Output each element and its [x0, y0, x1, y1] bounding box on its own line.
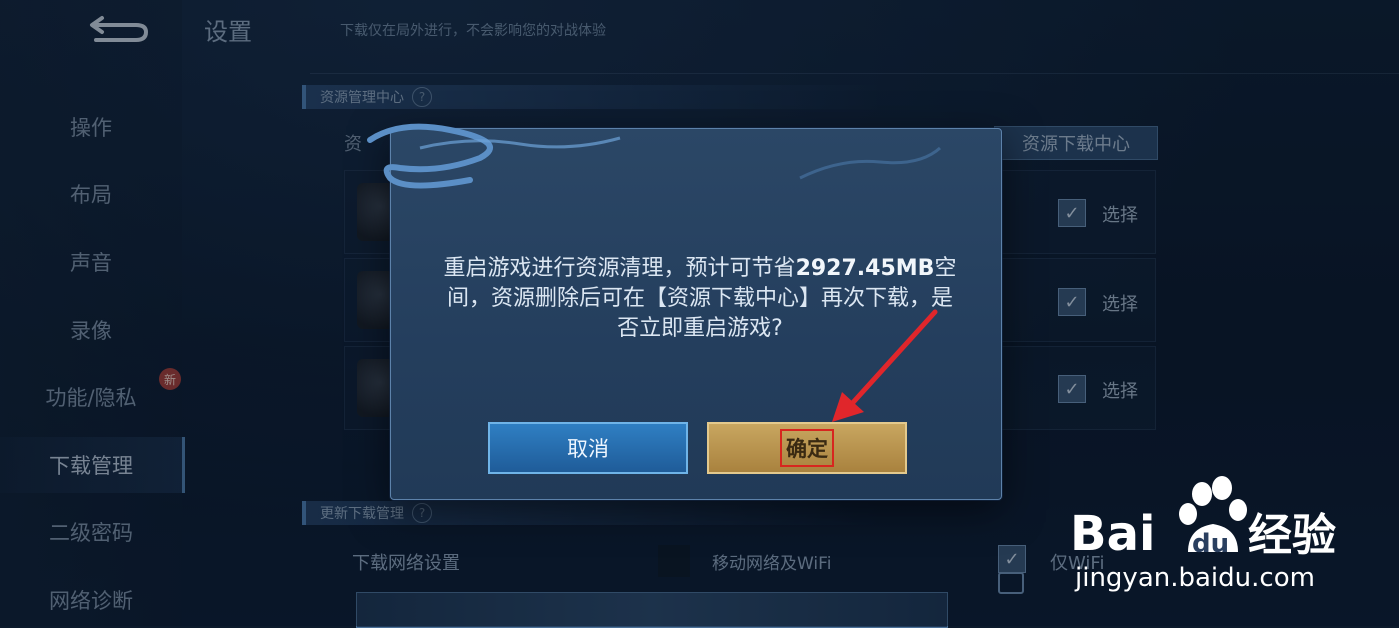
- cloud-swirl-ornament: [367, 123, 942, 189]
- message-text: 重启游戏进行资源清理，预计可节省: [443, 256, 796, 281]
- svg-text:Bai: Bai: [1070, 506, 1155, 562]
- red-arrow-annotation-icon: [832, 309, 938, 422]
- dialog-message-line1: 重启游戏进行资源清理，预计可节省2927.45MB空: [410, 254, 990, 284]
- confirm-button-label: 确定: [780, 429, 834, 467]
- message-text: 空: [934, 256, 957, 281]
- baidu-jingyan-logo: Bai du 经验: [1070, 476, 1336, 562]
- cancel-button-label: 取消: [567, 437, 609, 461]
- svg-text:经验: 经验: [1248, 510, 1336, 561]
- cancel-button[interactable]: 取消: [488, 422, 688, 474]
- watermark-url: jingyan.baidu.com: [1075, 563, 1315, 593]
- saved-size: 2927.45MB: [795, 256, 935, 281]
- svg-text:du: du: [1192, 529, 1229, 559]
